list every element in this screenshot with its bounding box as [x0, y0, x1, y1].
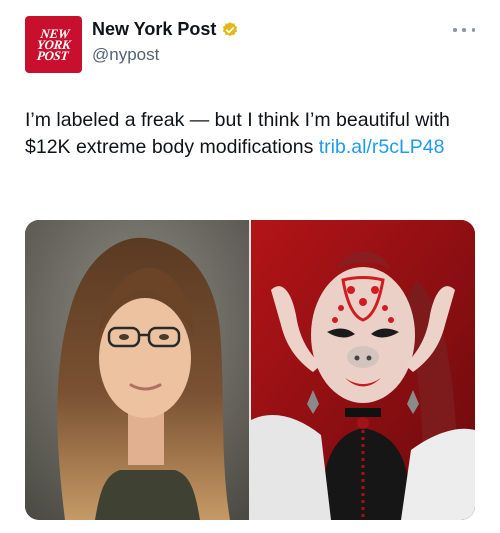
handle[interactable]: @nypost: [92, 45, 159, 65]
more-dot: [462, 28, 466, 32]
tweet-link[interactable]: trib.al/r5cLP48: [319, 136, 445, 158]
photo-after[interactable]: [251, 220, 475, 520]
nypost-logo: NEW YORK POST: [35, 26, 72, 63]
more-dot: [471, 28, 475, 32]
display-name[interactable]: New York Post: [92, 19, 216, 40]
author-row: New York Post: [92, 19, 239, 40]
avatar[interactable]: NEW YORK POST: [25, 16, 82, 73]
more-icon[interactable]: [453, 22, 475, 38]
photo-before[interactable]: [25, 220, 249, 520]
verified-icon: [223, 21, 238, 36]
more-dot: [453, 28, 457, 32]
portrait-before-image: [25, 220, 249, 520]
portrait-after-image: [251, 220, 475, 520]
tweet-text: I’m labeled a freak — but I think I’m be…: [25, 107, 480, 161]
tweet-media[interactable]: [25, 220, 475, 520]
tweet: NEW YORK POST New York Post @nypost I’m …: [0, 0, 500, 533]
